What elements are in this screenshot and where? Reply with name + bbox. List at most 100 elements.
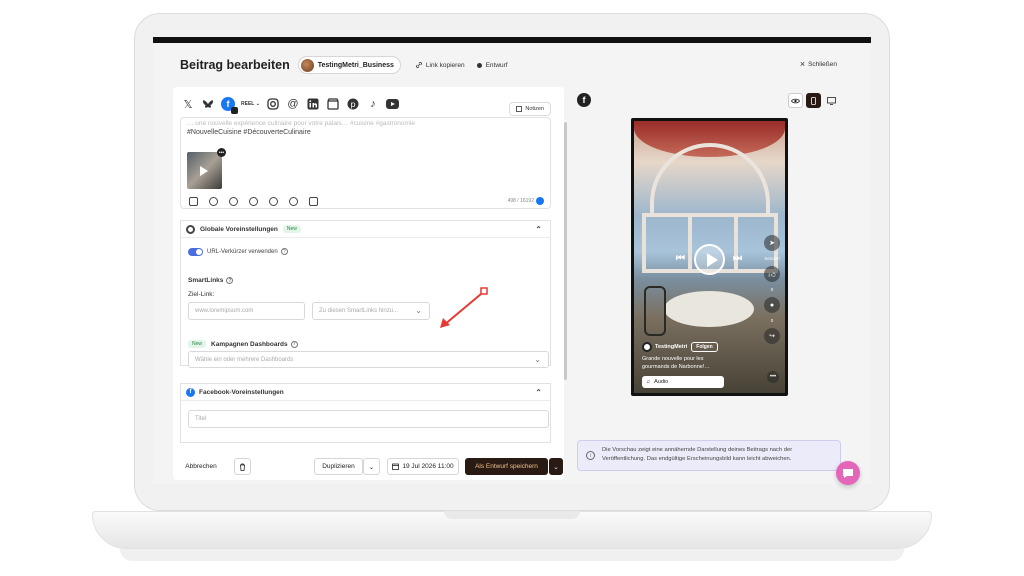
more-options-icon[interactable]: ••• <box>767 371 779 383</box>
duplicate-button[interactable]: Duplizieren <box>314 458 363 475</box>
facebook-title-input[interactable]: Titel <box>188 410 549 428</box>
status-badge: Entwurf <box>476 61 508 69</box>
chevron-up-icon[interactable]: ⌃ <box>535 225 542 234</box>
account-chip[interactable]: TestingMetri_Business <box>297 56 401 74</box>
like-count: 0 <box>770 287 774 292</box>
notes-button[interactable]: Notizen <box>509 102 551 116</box>
facebook-icon[interactable]: f <box>221 97 238 114</box>
chevron-down-icon: ⌄ <box>534 355 541 364</box>
editor-scrollbar[interactable] <box>564 122 567 380</box>
send-label: Senden <box>764 256 780 261</box>
play-icon[interactable] <box>694 244 725 275</box>
tiktok-icon[interactable]: ♪ <box>366 97 380 111</box>
pinterest-icon[interactable]: p <box>346 97 360 111</box>
preview-info-note: i Die Vorschau zeigt eine annähernde Dar… <box>577 440 841 471</box>
reel-video-frame[interactable]: ⏮ ⏭ ➤ Senden 👍︎ 0 ● 0 ↪ TestingMetri Fol… <box>634 121 785 393</box>
x-icon[interactable]: 𝕏 <box>181 97 195 111</box>
global-settings-title: Globale Voreinstellungen <box>200 225 278 233</box>
caption-toolbar <box>189 197 318 206</box>
media-thumbnail[interactable] <box>187 152 222 189</box>
chevron-down-icon: ⌄ <box>368 463 375 471</box>
reel-sub-icon <box>231 107 238 114</box>
character-counter: 498 / 16192 <box>508 197 544 205</box>
duplicate-dropdown-button[interactable]: ⌄ <box>363 458 380 475</box>
follow-button[interactable]: Folgen <box>691 342 718 352</box>
youtube-icon[interactable] <box>386 97 400 111</box>
desktop-view-icon[interactable] <box>824 93 839 108</box>
reel-audio-chip[interactable]: ♫ Audio <box>642 376 724 388</box>
schedule-date-button[interactable]: 19 Jul 2026 11:00 <box>387 458 459 475</box>
link-icon <box>415 62 422 68</box>
ai-assistant-icon[interactable] <box>289 197 298 206</box>
help-icon[interactable]: ? <box>280 248 288 255</box>
reel-caption: Grande nouvelle pour les gourmands de Na… <box>642 356 710 370</box>
google-business-icon[interactable] <box>326 97 340 111</box>
status-dot-icon <box>476 62 482 68</box>
avatar <box>642 342 652 352</box>
cancel-button[interactable]: Abbrechen <box>179 458 223 475</box>
like-icon[interactable]: 👍︎ <box>764 266 780 282</box>
comment-icon[interactable]: ● <box>764 297 780 313</box>
facebook-settings-section: f Facebook-Voreinstellungen ⌃ Titel <box>180 383 551 443</box>
audio-label: Audio <box>654 379 669 385</box>
laptop-shadow <box>120 549 904 561</box>
rewind-icon[interactable]: ⏮ <box>676 253 685 264</box>
chevron-up-icon[interactable]: ⌃ <box>535 388 542 397</box>
help-icon[interactable]: ? <box>226 277 234 284</box>
instagram-icon[interactable] <box>266 97 280 111</box>
link-insert-icon[interactable] <box>249 197 258 206</box>
svg-text:p: p <box>350 100 355 109</box>
help-icon[interactable]: ? <box>290 340 298 348</box>
url-shortener-label: URL-Verkürzer verwenden? <box>207 248 288 255</box>
media-upload-icon[interactable] <box>189 197 198 206</box>
campaign-new-badge: New <box>188 340 207 348</box>
play-icon <box>200 166 208 176</box>
threads-icon[interactable]: @ <box>286 97 300 111</box>
reel-format-select[interactable]: REEL ⌄ <box>241 101 260 107</box>
facebook-settings-header[interactable]: f Facebook-Voreinstellungen ⌃ <box>181 384 550 401</box>
reel-preview: ⏮ ⏭ ➤ Senden 👍︎ 0 ● 0 ↪ TestingMetri Fol… <box>631 118 788 396</box>
campaign-label: Kampagnen Dashboards <box>211 340 288 348</box>
close-label: Schließen <box>808 60 837 68</box>
trash-icon <box>240 463 245 471</box>
linkedin-icon[interactable] <box>306 97 320 111</box>
close-icon: × <box>799 59 806 69</box>
scene-arch-window <box>650 143 770 213</box>
copy-link-label: Link kopieren <box>425 61 465 69</box>
global-settings-header[interactable]: Globale Voreinstellungen New ⌃ <box>181 221 550 238</box>
mobile-view-icon[interactable] <box>806 93 821 108</box>
campaign-label-row: New Kampagnen Dashboards ? <box>188 340 298 348</box>
notes-label: Notizen <box>525 106 544 112</box>
eye-icon[interactable] <box>788 93 803 108</box>
bluesky-icon[interactable] <box>201 97 215 111</box>
editor-panel: 𝕏 f REEL ⌄ @ p ♪ Notizen … une nouvelle … <box>173 87 564 480</box>
status-label: Entwurf <box>485 61 508 69</box>
send-icon[interactable]: ➤ <box>764 235 780 251</box>
share-icon[interactable]: ↪ <box>764 328 780 344</box>
comment-icon[interactable] <box>229 197 238 206</box>
chevron-down-icon: ⌄ <box>553 463 559 471</box>
caption-hashtags: #NouvelleCuisine #DécouverteCulinaire <box>187 129 311 136</box>
view-toggle-group <box>788 93 839 108</box>
save-draft-button[interactable]: Als Entwurf speichern <box>465 458 548 475</box>
url-shortener-toggle[interactable] <box>188 248 203 256</box>
media-options-icon[interactable]: ••• <box>217 148 226 157</box>
emoji-icon[interactable] <box>209 197 218 206</box>
facebook-settings-title: Facebook-Voreinstellungen <box>199 388 284 396</box>
template-icon[interactable] <box>309 197 318 206</box>
copy-link-button[interactable]: Link kopieren <box>415 61 465 69</box>
hashtag-icon[interactable] <box>269 197 278 206</box>
save-dropdown-button[interactable]: ⌄ <box>549 458 563 475</box>
close-button[interactable]: × Schließen <box>800 59 837 69</box>
delete-button[interactable] <box>234 458 251 475</box>
campaign-dashboards-select[interactable]: Wähle ein oder mehrere Dashboards ⌄ <box>188 351 549 368</box>
calendar-icon <box>392 463 400 470</box>
new-badge: New <box>282 225 301 233</box>
caption-faded-line: … une nouvelle expérience culinaire pour… <box>187 120 415 127</box>
laptop-notch <box>444 511 580 519</box>
support-chat-button[interactable] <box>836 461 860 485</box>
forward-icon[interactable]: ⏭ <box>733 253 742 264</box>
target-link-input[interactable]: www.loremipsum.com <box>188 302 305 320</box>
smartlinks-select[interactable]: Zu diesen SmartLinks hinzu... ⌄ <box>312 302 430 320</box>
caption-editor[interactable]: … une nouvelle expérience culinaire pour… <box>180 117 551 209</box>
